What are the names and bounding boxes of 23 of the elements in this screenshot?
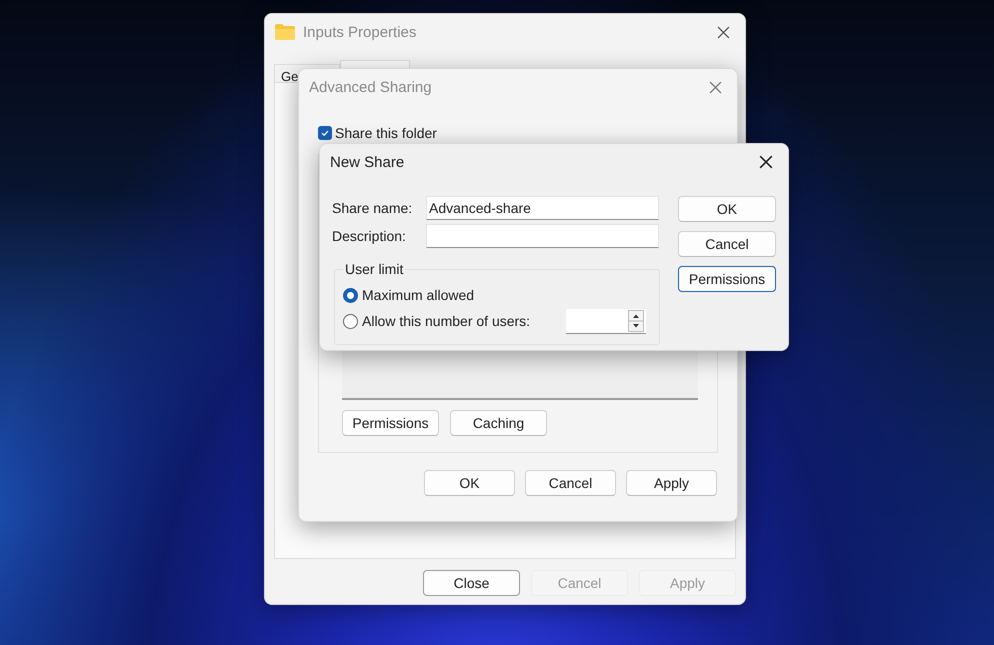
field-label: Description: [332,228,407,244]
group-legend: User limit [343,261,406,277]
dialog-button[interactable]: Permissions [342,410,439,436]
number-spinner[interactable] [566,308,646,334]
dialog-button[interactable]: Permissions [678,266,776,292]
text-field[interactable] [426,224,659,248]
dialog-button[interactable]: OK [424,470,515,496]
check-icon [320,128,330,138]
field-label: Share name: [332,200,414,216]
window-title: Advanced Sharing [309,78,433,96]
dialog-button[interactable]: Caching [450,410,547,436]
radio-option[interactable]: Allow this number of users: [343,313,530,329]
window-title: Inputs Properties [303,24,418,40]
folder-icon [275,24,295,40]
radio-option[interactable]: Maximum allowed [343,287,474,303]
text-field[interactable]: Advanced-share [426,196,659,220]
dialog-button[interactable]: Apply [626,470,717,496]
dialog-button[interactable]: Cancel [678,231,776,257]
window-title: New Share [330,154,406,170]
share-checkbox[interactable]: Share this folder [318,125,437,141]
dialog-button[interactable]: OK [678,196,776,222]
dialog-button[interactable]: Cancel [525,470,616,496]
dialog-button[interactable]: Close [423,570,520,596]
